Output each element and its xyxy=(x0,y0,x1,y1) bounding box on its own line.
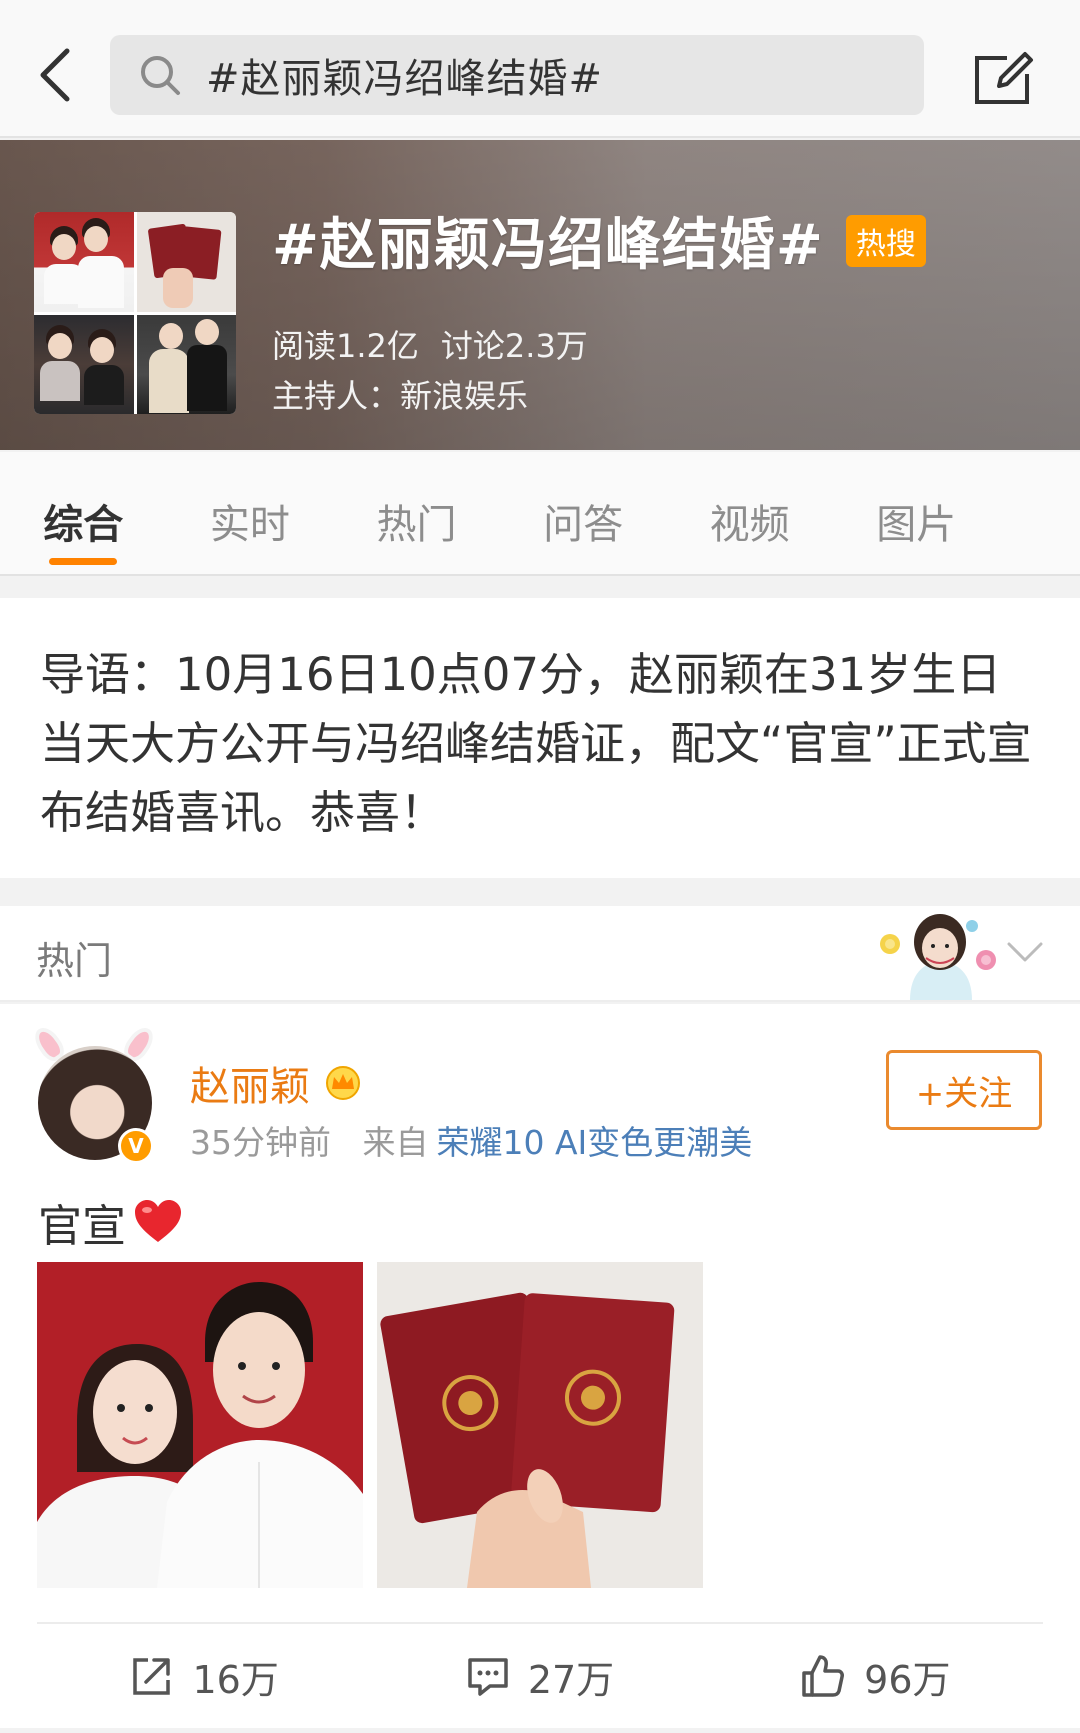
weibo-post: V 赵丽颖 35分钟前 来自 荣耀10 AI变色更潮美 +关注 官宣 16万 2… xyxy=(0,1004,1080,1728)
tab-comprehensive[interactable]: 综合 xyxy=(0,452,167,574)
crown-icon xyxy=(326,1066,360,1100)
post-source[interactable]: 荣耀10 AI变色更潮美 xyxy=(436,1123,752,1162)
tab-bar: 综合 实时 热门 问答 视频 图片 xyxy=(0,452,1080,576)
comment-button[interactable]: 27万 xyxy=(372,1624,707,1728)
post-action-bar: 16万 27万 96万 xyxy=(37,1622,1043,1728)
search-icon xyxy=(138,52,184,98)
post-text: 官宣 xyxy=(38,1190,184,1254)
tab-video[interactable]: 视频 xyxy=(666,452,833,574)
post-image-certificates[interactable] xyxy=(377,1262,703,1588)
hot-search-badge: 热搜 xyxy=(845,214,926,267)
topic-intro-text: 导语：10月16日10点07分，赵丽颖在31岁生日当天大方公开与冯绍峰结婚证，配… xyxy=(40,648,1032,839)
read-count: 阅读1.2亿 xyxy=(272,327,419,365)
topic-title: #赵丽颖冯绍峰结婚# xyxy=(272,213,824,278)
topic-cover-image[interactable] xyxy=(34,212,236,414)
tab-pictures[interactable]: 图片 xyxy=(833,452,1000,574)
follow-button[interactable]: +关注 xyxy=(886,1050,1042,1130)
hot-section-label: 热门 xyxy=(36,939,113,983)
topic-intro-card: 导语：10月16日10点07分，赵丽颖在31岁生日当天大方公开与冯绍峰结婚证，配… xyxy=(0,598,1080,878)
like-button[interactable]: 96万 xyxy=(708,1624,1043,1728)
post-image-couple[interactable] xyxy=(37,1262,363,1588)
tab-realtime[interactable]: 实时 xyxy=(167,452,334,574)
discussion-count: 讨论2.3万 xyxy=(440,327,588,365)
tab-qa[interactable]: 问答 xyxy=(500,452,667,574)
hot-section-header: 热门 xyxy=(0,906,1080,1002)
comment-icon xyxy=(468,1658,508,1696)
cover-photo-couple xyxy=(34,212,134,312)
back-button[interactable] xyxy=(30,40,80,110)
search-query: #赵丽颖冯绍峰结婚# xyxy=(206,56,604,102)
compose-button[interactable] xyxy=(964,38,1044,118)
share-icon xyxy=(133,1658,171,1695)
search-input[interactable]: #赵丽颖冯绍峰结婚# xyxy=(110,35,924,115)
cover-photo-red-carpet xyxy=(136,314,236,414)
chevron-left-icon xyxy=(40,48,70,102)
compose-icon xyxy=(975,52,1033,104)
cover-photo-certificates xyxy=(136,212,236,312)
tab-hot[interactable]: 热门 xyxy=(333,452,500,574)
repost-button[interactable]: 16万 xyxy=(37,1624,372,1728)
post-meta: 35分钟前 来自 荣耀10 AI变色更潮美 xyxy=(190,1116,752,1164)
source-prefix: 来自 xyxy=(362,1123,429,1162)
repost-count: 16万 xyxy=(192,1657,279,1702)
comment-count: 27万 xyxy=(527,1657,615,1702)
topic-info: #赵丽颖冯绍峰结婚# 热搜 阅读1.2亿 讨论2.3万 主持人：新浪娱乐 xyxy=(272,200,926,417)
top-bar: #赵丽颖冯绍峰结婚# xyxy=(0,0,1080,138)
topic-banner: #赵丽颖冯绍峰结婚# 热搜 阅读1.2亿 讨论2.3万 主持人：新浪娱乐 xyxy=(0,140,1080,450)
heart-icon xyxy=(135,1200,181,1242)
post-time: 35分钟前 xyxy=(190,1123,331,1162)
topic-host: 主持人：新浪娱乐 xyxy=(272,377,529,415)
author-name[interactable]: 赵丽颖 xyxy=(190,1054,310,1112)
verified-icon: V xyxy=(118,1128,154,1164)
like-count: 96万 xyxy=(864,1657,951,1702)
celebrity-sticker-image xyxy=(880,914,996,1000)
topic-stats: 阅读1.2亿 讨论2.3万 xyxy=(272,321,926,367)
avatar[interactable]: V xyxy=(29,1022,162,1164)
chevron-down-icon[interactable] xyxy=(1005,936,1045,966)
thumbs-up-icon xyxy=(802,1655,845,1697)
post-text-content: 官宣 xyxy=(38,1201,126,1252)
cover-photo-event xyxy=(34,314,134,414)
